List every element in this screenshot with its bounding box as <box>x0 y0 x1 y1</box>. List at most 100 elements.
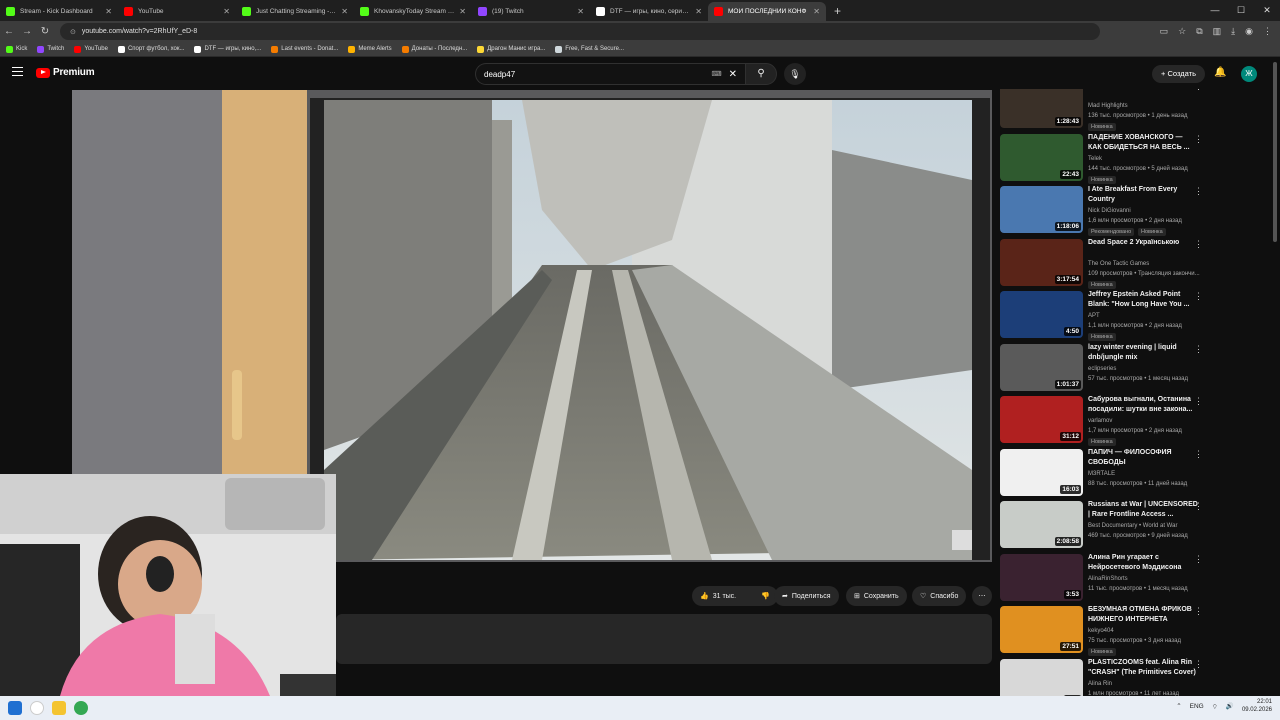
more-vert-icon[interactable]: ⋮ <box>1194 606 1203 617</box>
yandex-browser-icon[interactable] <box>30 701 44 715</box>
bookmark-item[interactable]: Спорт футбол, хок... <box>117 45 184 53</box>
recommendation-item[interactable]: 22:43 ПАДЕНИЕ ХОВАНСКОГО — КАК ОБИДЕТЬСЯ … <box>998 132 1270 184</box>
video-title[interactable]: Dead Space 2 Українською <box>1088 238 1198 248</box>
description-box[interactable] <box>336 614 992 664</box>
clear-search-icon[interactable]: ✕ <box>729 69 737 80</box>
chrome-icon[interactable] <box>74 701 88 715</box>
bookmark-item[interactable]: Донаты - Последн... <box>401 45 467 53</box>
video-title[interactable]: Jeffrey Epstein Asked Point Blank: "How … <box>1088 290 1198 310</box>
bookmark-item[interactable]: Last events - Donat... <box>271 45 338 53</box>
file-explorer-icon[interactable] <box>52 701 66 715</box>
recommendation-item[interactable]: 2:08:58 Russians at War | UNCENSORED | Ra… <box>998 499 1270 551</box>
reload-icon[interactable]: ↻ <box>36 26 54 37</box>
bookmark-item[interactable]: DTF — игры, кино,... <box>194 45 261 53</box>
channel-name[interactable]: The One Tactic Games <box>1088 261 1149 267</box>
video-thumbnail[interactable]: 3:53 <box>1000 553 1083 601</box>
omnibox[interactable]: ⊙ youtube.com/watch?v=2RhUfY_eD-8 <box>60 23 1100 40</box>
close-tab-icon[interactable]: ✕ <box>341 7 348 16</box>
close-tab-icon[interactable]: ✕ <box>695 7 702 16</box>
language-indicator[interactable]: ENG <box>1190 703 1204 710</box>
browser-tab[interactable]: МОЙ ПОСЛЕДНИЙ КОНФ ✕ <box>708 2 826 21</box>
video-title[interactable]: Сабурова выгнали, Останина посадили: шут… <box>1088 395 1198 415</box>
channel-name[interactable]: kekyo404 <box>1088 628 1114 634</box>
browser-tab[interactable]: Stream - Kick Dashboard ✕ <box>0 2 118 21</box>
youtube-logo[interactable]: Premium <box>36 67 95 78</box>
windows-start-icon[interactable] <box>8 701 22 715</box>
video-thumbnail[interactable]: 1:01:37 <box>1000 343 1083 391</box>
recommendation-item[interactable]: 3:53 Алина Рин угарает с Нейросетевого Мэ… <box>998 552 1270 604</box>
more-vert-icon[interactable]: ⋮ <box>1194 501 1203 512</box>
channel-name[interactable]: Telek <box>1088 156 1102 162</box>
menu-icon[interactable] <box>12 67 23 76</box>
more-vert-icon[interactable]: ⋮ <box>1194 239 1203 250</box>
more-vert-icon[interactable]: ⋮ <box>1194 659 1203 670</box>
close-tab-icon[interactable]: ✕ <box>577 7 584 16</box>
more-vert-icon[interactable]: ⋮ <box>1194 291 1203 302</box>
share-button[interactable]: ➦ Поделиться <box>774 586 839 606</box>
dislike-button[interactable]: 👎 <box>761 592 770 600</box>
bookmark-item[interactable]: Free, Fast & Secure... <box>555 45 624 53</box>
maximize-button[interactable]: ☐ <box>1228 0 1254 21</box>
bookmark-star-icon[interactable]: ☆ <box>1178 26 1186 37</box>
browser-tab[interactable]: (19) Twitch ✕ <box>472 2 590 21</box>
video-title[interactable]: Алина Рин угарает с Нейросетевого Мэддис… <box>1088 553 1198 573</box>
bookmark-item[interactable]: Twitch <box>37 45 64 53</box>
search-button[interactable]: ⚲ <box>745 63 777 85</box>
video-title[interactable]: Russians at War | UNCENSORED | Rare Fron… <box>1088 500 1198 520</box>
video-title[interactable]: lazy winter evening | liquid dnb/jungle … <box>1088 343 1198 363</box>
voice-search-button[interactable]: 🎙 <box>784 63 806 85</box>
more-vert-icon[interactable]: ⋮ <box>1194 449 1203 460</box>
close-window-button[interactable]: ✕ <box>1254 0 1280 21</box>
recommendation-item[interactable]: 4:50 Jeffrey Epstein Asked Point Blank: "… <box>998 289 1270 341</box>
recommendation-item[interactable]: 3:22PLASTICZOOMS feat. Alina Rin "CRASH"… <box>998 657 1270 696</box>
video-thumbnail[interactable]: 22:43 <box>1000 133 1083 181</box>
video-title[interactable]: I Ate Breakfast From Every Country <box>1088 185 1198 205</box>
minimize-button[interactable]: — <box>1202 0 1228 21</box>
channel-name[interactable]: APT <box>1088 313 1100 319</box>
thanks-button[interactable]: ♡ Спасибо <box>912 586 967 606</box>
bookmark-item[interactable]: Kick <box>6 45 27 53</box>
channel-name[interactable]: M3RTALE <box>1088 471 1115 477</box>
profile-icon[interactable]: ◉ <box>1245 26 1253 37</box>
bookmark-item[interactable]: Драгон Манис игра... <box>477 45 545 53</box>
channel-name[interactable]: Alina Rin <box>1088 681 1112 687</box>
more-vert-icon[interactable]: ⋮ <box>1194 396 1203 407</box>
video-thumbnail[interactable]: 16:03 <box>1000 448 1083 496</box>
more-vert-icon[interactable]: ⋮ <box>1194 89 1203 92</box>
close-tab-icon[interactable]: ✕ <box>813 7 820 16</box>
recommendation-item[interactable]: 1:28:43 полицейские будни ... Mad Highligh… <box>998 89 1270 131</box>
video-title[interactable]: полицейские будни ... <box>1088 89 1198 90</box>
new-tab-button[interactable]: + <box>826 2 849 21</box>
bookmark-item[interactable]: Meme Alerts <box>348 45 392 53</box>
sidebar-icon[interactable]: ▥ <box>1213 26 1222 37</box>
cast-icon[interactable]: ▭ <box>1160 26 1169 37</box>
close-tab-icon[interactable]: ✕ <box>105 7 112 16</box>
save-button[interactable]: ⊞ Сохранить <box>846 586 907 606</box>
close-tab-icon[interactable]: ✕ <box>223 7 230 16</box>
more-vert-icon[interactable]: ⋮ <box>1194 344 1203 355</box>
browser-menu-icon[interactable]: ⋮ <box>1263 26 1272 37</box>
keyboard-icon[interactable]: ⌨ <box>712 70 722 78</box>
browser-tab[interactable]: DTF — игры, кино, сериалы, р ✕ <box>590 2 708 21</box>
clock[interactable]: 22:01 09.02.2026 <box>1242 698 1272 714</box>
channel-name[interactable]: AlinaRinShorts <box>1088 576 1128 582</box>
tray-chevron-icon[interactable]: ⌃ <box>1176 702 1181 710</box>
search-input[interactable]: deadp47 ⌨ ✕ <box>475 63 745 85</box>
more-vert-icon[interactable]: ⋮ <box>1194 554 1203 565</box>
video-thumbnail[interactable]: 31:12 <box>1000 396 1083 443</box>
video-thumbnail[interactable]: 3:17:54 <box>1000 238 1083 286</box>
site-info-icon[interactable]: ⊙ <box>70 28 76 36</box>
bookmark-item[interactable]: YouTube <box>74 45 108 53</box>
video-thumbnail[interactable]: 3:22 <box>1000 658 1083 696</box>
video-title[interactable]: PLASTICZOOMS feat. Alina Rin "CRASH" (Th… <box>1088 658 1198 678</box>
downloads-icon[interactable]: ⤓ <box>1231 26 1235 37</box>
network-icon[interactable]: ⌔ <box>1212 702 1218 711</box>
forward-icon[interactable]: → <box>18 26 36 37</box>
video-thumbnail[interactable]: 1:28:43 <box>1000 89 1083 128</box>
video-thumbnail[interactable]: 27:51 <box>1000 606 1083 653</box>
recommendation-item[interactable]: 31:12 Сабурова выгнали, Останина посадили… <box>998 394 1270 446</box>
create-button[interactable]: + Создать <box>1152 65 1205 83</box>
close-tab-icon[interactable]: ✕ <box>459 7 466 16</box>
video-title[interactable]: БЕЗУМНАЯ ОТМЕНА ФРИКОВ НИЖНЕГО ИНТЕРНЕТА <box>1088 605 1198 625</box>
recommendation-item[interactable]: 27:51 БЕЗУМНАЯ ОТМЕНА ФРИКОВ НИЖНЕГО ИНТЕ… <box>998 604 1270 656</box>
